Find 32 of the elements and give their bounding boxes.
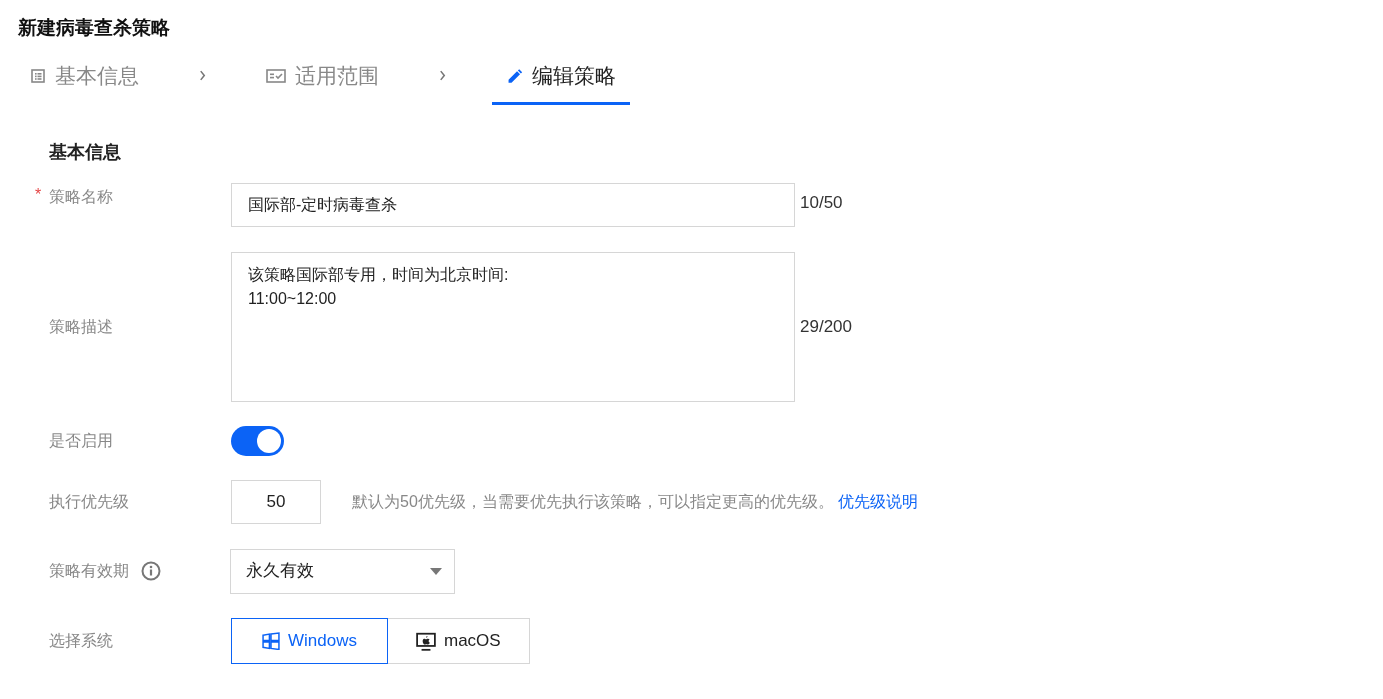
step-tab[interactable]: 适用范围 bbox=[252, 64, 393, 105]
enable-toggle[interactable] bbox=[231, 426, 284, 456]
required-mark: * bbox=[35, 185, 42, 205]
chevron-icon bbox=[439, 70, 446, 81]
field-label: 策略有效期 bbox=[49, 561, 129, 581]
system-option[interactable]: macOS bbox=[386, 618, 530, 664]
pencil-icon bbox=[506, 68, 523, 84]
char-counter: 10/50 bbox=[800, 192, 843, 214]
page-title: 新建病毒查杀策略 bbox=[18, 16, 171, 40]
monitor-icon bbox=[415, 631, 436, 651]
caret-icon bbox=[430, 567, 442, 575]
checklist-icon bbox=[266, 67, 286, 85]
priority-hint: 默认为50优先级，当需要优先执行该策略，可以指定更高的优先级。 bbox=[352, 492, 834, 512]
field-label: 策略描述 bbox=[49, 316, 113, 337]
step-tab[interactable]: 编辑策略 bbox=[492, 64, 630, 105]
field-label: 策略名称 bbox=[49, 187, 113, 207]
char-counter: 29/200 bbox=[800, 315, 852, 338]
chevron-icon bbox=[199, 70, 206, 81]
validity-select[interactable]: 永久有效 bbox=[230, 548, 455, 594]
window-grid-icon bbox=[262, 632, 280, 650]
description-field[interactable]: 该策略国际部专用，时间为北京时间: 11:00~12:00 bbox=[231, 251, 795, 402]
info-icon[interactable] bbox=[141, 561, 161, 581]
field-label: 执行优先级 bbox=[49, 492, 129, 512]
list-icon bbox=[30, 68, 46, 84]
section-title: 基本信息 bbox=[49, 141, 122, 164]
field-label: 选择系统 bbox=[49, 631, 113, 651]
system-option[interactable]: Windows bbox=[231, 618, 388, 664]
step-tab[interactable]: 基本信息 bbox=[16, 64, 153, 105]
priority-help-link[interactable]: 优先级说明 bbox=[837, 490, 918, 514]
name-input[interactable]: 国际部-定时病毒查杀 bbox=[231, 183, 795, 227]
priority-input[interactable]: 50 bbox=[231, 480, 321, 524]
field-label: 是否启用 bbox=[49, 431, 113, 451]
